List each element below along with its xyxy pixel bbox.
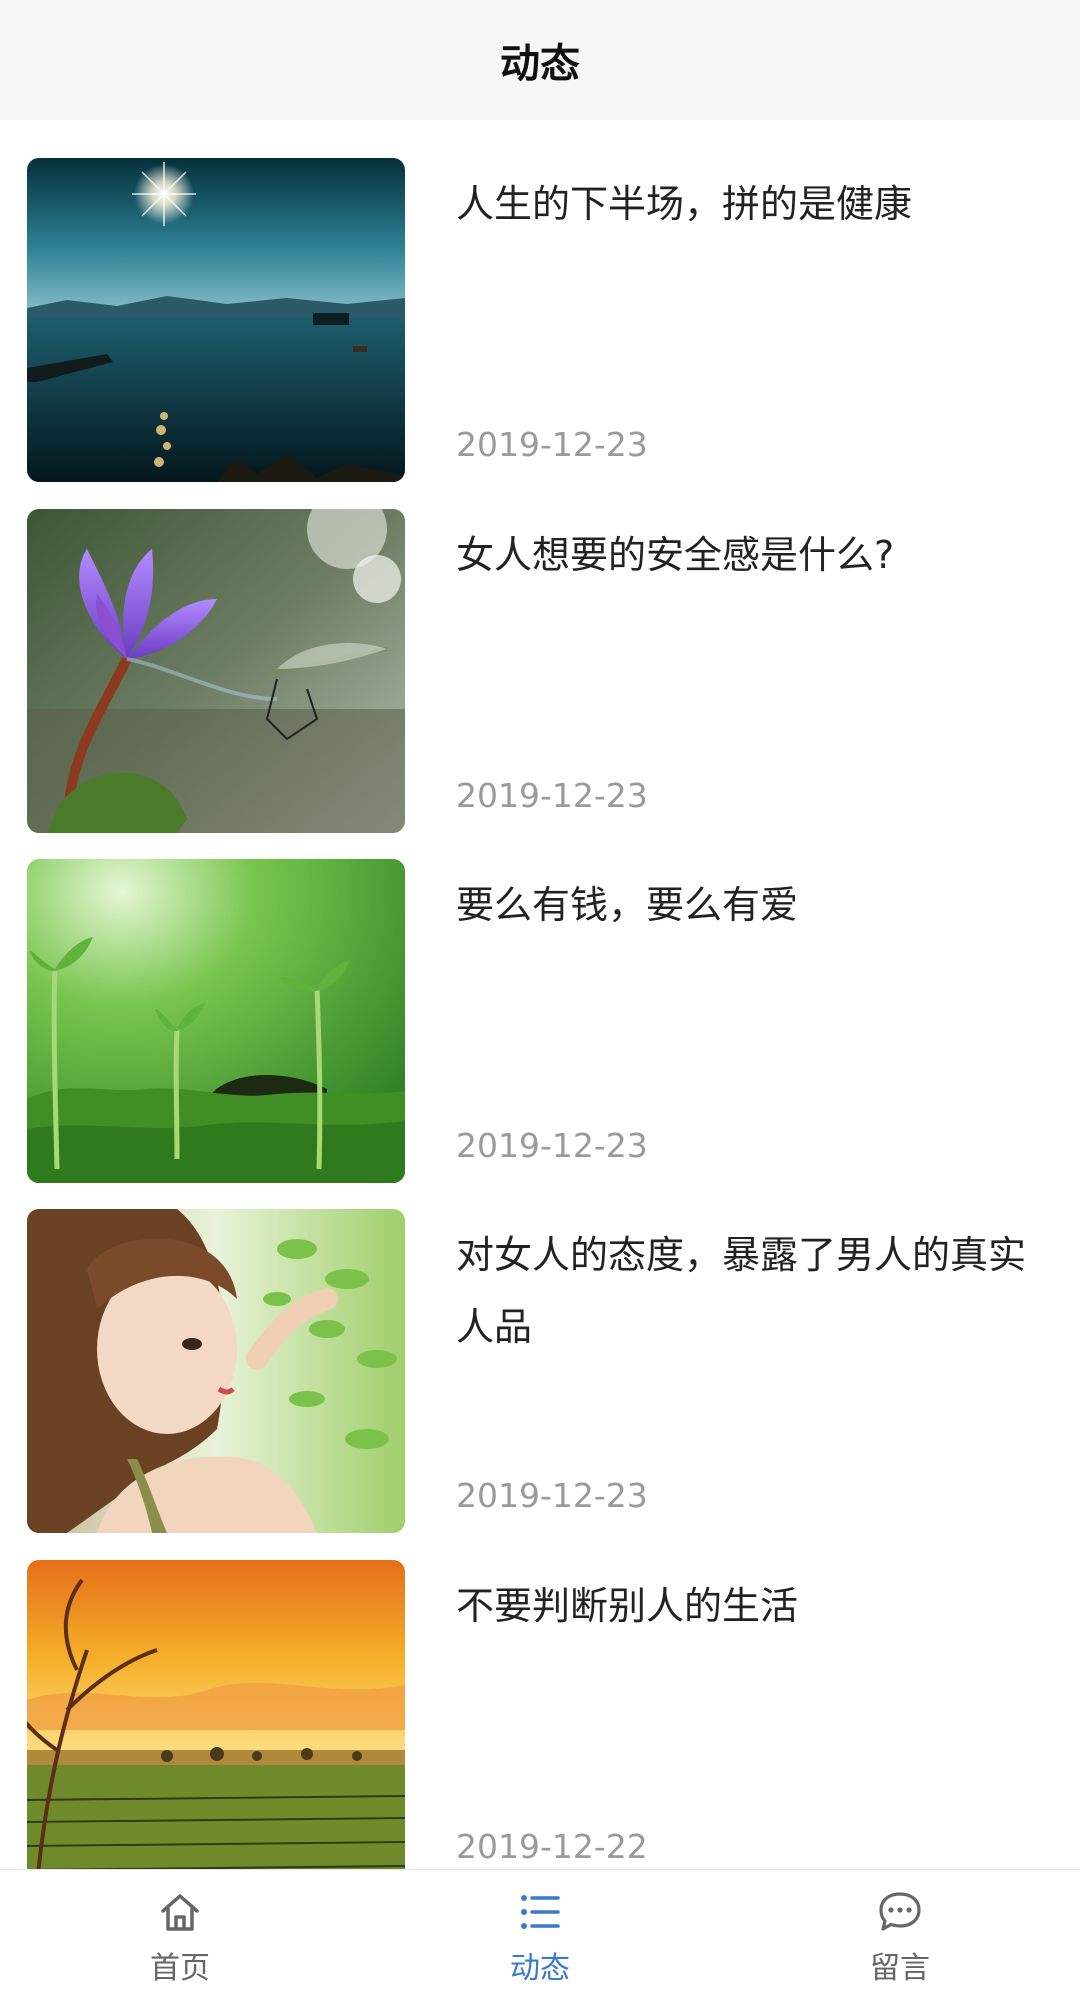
feed-item-title[interactable]: 要么有钱，要么有爱 xyxy=(456,869,1046,941)
news-feed[interactable]: 人生的下半场，拼的是健康 2019-12-23 女人想要的安全感是什么? 201… xyxy=(0,120,1080,1870)
tab-messages-label: 留言 xyxy=(870,1951,930,1986)
feed-thumbnail[interactable] xyxy=(27,1560,405,1870)
feed-item-date: 2019-12-23 xyxy=(456,776,648,815)
feed-item-date: 2019-12-23 xyxy=(456,425,648,464)
feed-item-title[interactable]: 不要判断别人的生活 xyxy=(456,1570,1046,1642)
feed-item[interactable]: 女人想要的安全感是什么? 2019-12-23 xyxy=(0,471,1080,833)
tab-news[interactable]: 动态 xyxy=(360,1870,720,2006)
chat-icon xyxy=(877,1889,923,1935)
feed-thumbnail[interactable] xyxy=(27,158,405,482)
feed-thumbnail[interactable] xyxy=(27,509,405,833)
feed-item-date: 2019-12-22 xyxy=(456,1827,648,1866)
bottom-tab-bar: 首页 动态 留言 xyxy=(0,1869,1080,2006)
feed-item-title[interactable]: 女人想要的安全感是什么? xyxy=(456,519,1046,591)
feed-item-title[interactable]: 对女人的态度，暴露了男人的真实人品 xyxy=(456,1219,1046,1363)
page-title: 动态 xyxy=(500,41,580,87)
feed-item-title[interactable]: 人生的下半场，拼的是健康 xyxy=(456,168,1046,240)
feed-item[interactable]: 不要判断别人的生活 2019-12-22 xyxy=(0,1522,1080,1870)
home-icon xyxy=(157,1889,203,1935)
tab-messages[interactable]: 留言 xyxy=(720,1870,1080,2006)
feed-item[interactable]: 对女人的态度，暴露了男人的真实人品 2019-12-23 xyxy=(0,1171,1080,1533)
feed-thumbnail[interactable] xyxy=(27,1209,405,1533)
feed-thumbnail[interactable] xyxy=(27,859,405,1183)
list-icon xyxy=(517,1889,563,1935)
feed-item[interactable]: 要么有钱，要么有爱 2019-12-23 xyxy=(0,821,1080,1183)
feed-item-date: 2019-12-23 xyxy=(456,1476,648,1515)
tab-news-label: 动态 xyxy=(510,1951,570,1986)
feed-item[interactable]: 人生的下半场，拼的是健康 2019-12-23 xyxy=(0,120,1080,482)
top-navigation-bar: 动态 xyxy=(0,0,1080,120)
feed-item-date: 2019-12-23 xyxy=(456,1126,648,1165)
tab-home-label: 首页 xyxy=(150,1951,210,1986)
tab-home[interactable]: 首页 xyxy=(0,1870,360,2006)
